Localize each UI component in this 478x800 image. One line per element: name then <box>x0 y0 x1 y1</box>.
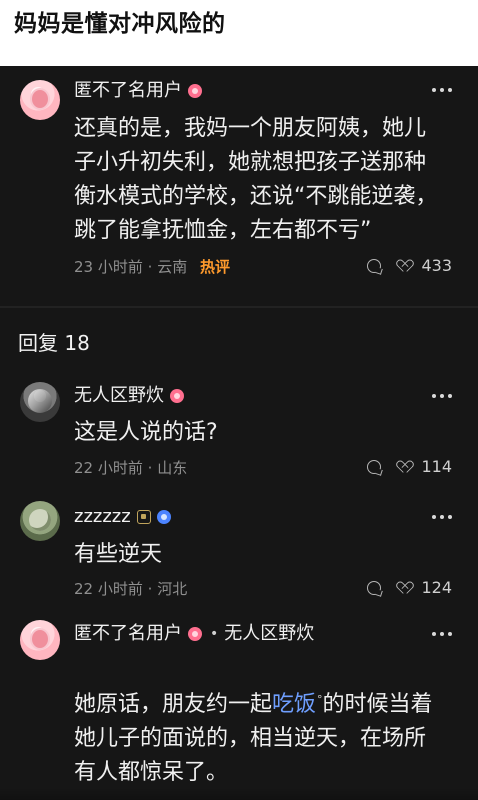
comment-header: 无人区野炊 <box>74 384 184 408</box>
comment-thread: 匿不了名用户 还真的是，我妈一个朋友阿姨，她儿 子小升初失利，她就想把孩子送那种… <box>0 66 478 800</box>
comment-text: 有些逆天 <box>74 542 163 567</box>
pink-badge-icon <box>188 84 202 98</box>
comment-icon[interactable] <box>367 460 382 474</box>
page-title: 妈妈是懂对冲风险的 <box>14 11 226 37</box>
comment-icon[interactable] <box>367 581 382 595</box>
more-icon[interactable] <box>430 630 454 638</box>
pink-badge-icon <box>188 627 202 641</box>
location: 山东 <box>157 459 188 477</box>
pink-badge-icon <box>170 389 184 403</box>
username[interactable]: zzzzzz <box>74 505 131 529</box>
heart-icon <box>399 259 415 273</box>
avatar[interactable] <box>20 620 60 660</box>
username[interactable]: 匿不了名用户 <box>74 79 182 103</box>
timestamp: 23 小时前 <box>74 258 143 276</box>
comment-actions: 433 <box>367 256 452 276</box>
page-header: 妈妈是懂对冲风险的 <box>0 0 478 67</box>
reply-comment: 无人区野炊 这是人说的话? 22 小时前 · 山东 114 <box>0 376 478 488</box>
level-badge-icon <box>136 510 151 524</box>
comment-header: 匿不了名用户 <box>74 79 202 103</box>
more-icon[interactable] <box>430 513 454 521</box>
comment-actions: 124 <box>367 578 452 598</box>
main-comment: 匿不了名用户 还真的是，我妈一个朋友阿姨，她儿 子小升初失利，她就想把孩子送那种… <box>0 66 478 286</box>
inline-link[interactable]: 吃饭 <box>272 692 316 717</box>
heart-icon <box>399 460 415 474</box>
comment-icon[interactable] <box>367 259 382 273</box>
heart-icon <box>399 581 415 595</box>
avatar[interactable] <box>20 501 60 541</box>
reply-target-username[interactable]: 无人区野炊 <box>224 622 314 646</box>
reply-arrow-icon: • <box>210 626 219 642</box>
like-count: 433 <box>421 256 452 275</box>
meta-separator: · <box>147 580 153 598</box>
bottom-fade <box>0 788 478 800</box>
replies-header: 回复 18 <box>18 331 90 355</box>
more-icon[interactable] <box>430 392 454 400</box>
username[interactable]: 匿不了名用户 <box>74 622 182 646</box>
like-button[interactable]: 433 <box>399 256 452 276</box>
blue-badge-icon <box>156 510 171 524</box>
comment-actions: 114 <box>367 457 452 477</box>
username[interactable]: 无人区野炊 <box>74 384 164 408</box>
more-icon[interactable] <box>430 86 454 94</box>
meta-separator: · <box>147 258 153 276</box>
avatar[interactable] <box>20 382 60 422</box>
avatar[interactable] <box>20 80 60 120</box>
location: 云南 <box>157 258 188 276</box>
meta-separator: · <box>147 459 153 477</box>
comment-text: 她原话，朋友约一起吃饭°的时候当着 她儿子的面说的，相当逆天，在场所 有人都惊呆… <box>74 654 456 790</box>
comment-meta: 23 小时前 · 云南 热评 <box>74 257 230 277</box>
comment-header: 匿不了名用户 • 无人区野炊 <box>74 622 314 646</box>
reply-comment: zzzzzz 有些逆天 22 小时前 · 河北 124 <box>0 497 478 611</box>
timestamp: 22 小时前 <box>74 580 143 598</box>
like-count: 124 <box>421 578 452 597</box>
timestamp: 22 小时前 <box>74 459 143 477</box>
comment-text-part: 她原话，朋友约一起 <box>74 692 273 717</box>
hot-comment-badge: 热评 <box>200 258 231 276</box>
section-divider <box>0 306 478 308</box>
location: 河北 <box>157 580 188 598</box>
reply-comment: 匿不了名用户 • 无人区野炊 她原话，朋友约一起吃饭°的时候当着 她儿子的面说的… <box>0 618 478 788</box>
comment-header: zzzzzz <box>74 505 171 529</box>
comment-text: 还真的是，我妈一个朋友阿姨，她儿 子小升初失利，她就想把孩子送那种 衡水模式的学… <box>74 116 438 243</box>
comment-text: 这是人说的话? <box>74 420 218 445</box>
like-button[interactable]: 124 <box>399 578 452 598</box>
like-button[interactable]: 114 <box>399 457 452 477</box>
like-count: 114 <box>421 457 452 476</box>
comment-meta: 22 小时前 · 河北 <box>74 579 187 599</box>
comment-meta: 22 小时前 · 山东 <box>74 458 187 478</box>
